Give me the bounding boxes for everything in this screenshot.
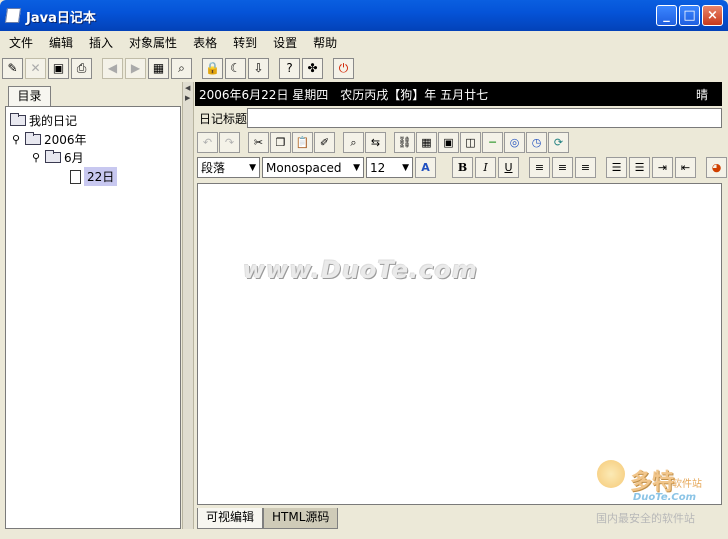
folder-icon [25,132,41,145]
tab-catalog[interactable]: 目录 [8,86,51,106]
window-title: Java日记本 [26,11,96,26]
style-toolbar: 段落 ▼ Monospaced ▼ 12 ▼ A B I U ≡ ≡ ≡ ☰ ☰ ⇥ … [197,157,727,178]
cut-icon[interactable]: ✂ [248,132,269,153]
diary-title-label: 日记标题 [199,112,248,126]
close-button[interactable]: × [702,5,723,26]
indent-icon[interactable]: ⇥ [652,157,673,178]
menu-help[interactable]: 帮助 [304,31,344,51]
find-icon[interactable]: ⌕ [171,57,192,79]
back-icon[interactable]: ◀ [102,57,123,79]
diary-tree: 我的日记 ⚲ 2006年 ⚲ 6月 22日 [5,106,181,529]
menu-table[interactable]: 表格 [184,31,224,51]
minimize-button[interactable]: _ [656,5,677,26]
main-toolbar: ✎ ✕ ▣ ⎙ ◀ ▶ ▦ ⌕ 🔒 ☾ ⇩ ? ✤ ⏻ [2,55,354,81]
format-toolbar: ↶ ↷ ✂ ❐ 📋 ✐ ⌕ ⇆ ⛓ ▦ ▣ ◫ ─ ◎ ◷ ⟳ [197,132,569,153]
splitter[interactable]: ◀ ▶ [182,82,194,529]
forward-icon[interactable]: ▶ [125,57,146,79]
tab-visual-edit[interactable]: 可视编辑 [197,508,264,529]
font-select[interactable]: Monospaced ▼ [262,157,364,178]
editor-area[interactable] [197,183,722,505]
italic-button[interactable]: I [475,157,496,178]
frame-icon[interactable]: ◫ [460,132,481,153]
outdent-icon[interactable]: ⇤ [675,157,696,178]
underline-button[interactable]: U [498,157,519,178]
tree-root[interactable]: 我的日记 [10,112,77,129]
folder-icon [10,113,26,126]
date-bar: 2006年6月22日 星期四 农历丙戌【狗】年 五月廿七 晴 [195,82,722,106]
brush-icon[interactable]: ✐ [314,132,335,153]
align-left-icon[interactable]: ≡ [529,157,550,178]
menu-settings[interactable]: 设置 [264,31,304,51]
help-icon[interactable]: ? [279,57,300,79]
refresh-icon[interactable]: ⟳ [548,132,569,153]
editor-tabs: 可视编辑 HTML源码 [197,508,339,529]
chevron-down-icon: ▼ [353,162,360,173]
title-bar [0,0,728,31]
hr-icon[interactable]: ─ [482,132,503,153]
menu-goto[interactable]: 转到 [224,31,264,51]
bullet-list-icon[interactable]: ☰ [629,157,650,178]
insert-image-icon[interactable]: ▣ [438,132,459,153]
tree-day[interactable]: 22日 [70,167,118,186]
menu-properties[interactable]: 对象属性 [120,31,184,51]
copy-icon[interactable]: ❐ [270,132,291,153]
menu-edit[interactable]: 编辑 [40,31,80,51]
tree-year[interactable]: ⚲ 2006年 [12,131,87,148]
collapse-right-icon[interactable]: ▶ [185,94,190,102]
logo-slogan: 国内最安全的软件站 [596,512,695,525]
print-icon[interactable]: ⎙ [71,57,92,79]
document-icon [70,169,81,184]
lock-icon[interactable]: 🔒 [202,57,223,79]
watermark: www.DuoTe.com [243,256,478,284]
date-text: 2006年6月22日 星期四 农历丙戌【狗】年 五月廿七 [199,88,489,102]
collapse-left-icon[interactable]: ◀ [185,84,190,92]
clock-icon[interactable]: ◷ [526,132,547,153]
align-center-icon[interactable]: ≡ [552,157,573,178]
expand-icon[interactable]: ⚲ [12,133,22,146]
circle-icon[interactable]: ◎ [504,132,525,153]
tab-html-source[interactable]: HTML源码 [263,508,339,529]
export-icon[interactable]: ⇩ [248,57,269,79]
expand-icon[interactable]: ⚲ [32,151,42,164]
weather-text: 晴 [695,88,708,102]
numbered-list-icon[interactable]: ☰ [606,157,627,178]
find-text-icon[interactable]: ⌕ [343,132,364,153]
menu-file[interactable]: 文件 [0,31,40,51]
image-icon[interactable]: ▦ [148,57,169,79]
moon-icon[interactable]: ☾ [225,57,246,79]
undo-icon[interactable]: ↶ [197,132,218,153]
replace-icon[interactable]: ⇆ [365,132,386,153]
paragraph-select[interactable]: 段落 ▼ [197,157,260,178]
puzzle-icon[interactable]: ✤ [302,57,323,79]
menu-insert[interactable]: 插入 [80,31,120,51]
align-right-icon[interactable]: ≡ [575,157,596,178]
bold-button[interactable]: B [452,157,473,178]
maximize-button[interactable]: □ [679,5,700,26]
new-icon[interactable]: ✎ [2,57,23,79]
save-icon[interactable]: ▣ [48,57,69,79]
size-select[interactable]: 12 ▼ [366,157,413,178]
color-picker-icon[interactable]: ◕ [706,157,727,178]
link-icon[interactable]: ⛓ [394,132,415,153]
logo-url: DuoTe.Com [633,492,697,503]
app-icon[interactable] [4,8,22,23]
diary-title-input[interactable] [247,108,722,128]
logo-sun-icon [597,460,625,488]
table-icon[interactable]: ▦ [416,132,437,153]
delete-icon[interactable]: ✕ [25,57,46,79]
folder-icon [45,150,61,163]
paste-icon[interactable]: 📋 [292,132,313,153]
redo-icon[interactable]: ↷ [219,132,240,153]
logo-sub: 软件站 [672,479,702,490]
menu-bar: 文件 编辑 插入 对象属性 表格 转到 设置 帮助 [0,31,728,53]
tree-month[interactable]: ⚲ 6月 [32,149,84,166]
chevron-down-icon: ▼ [249,162,256,173]
font-style-icon[interactable]: A [415,157,436,178]
chevron-down-icon: ▼ [402,162,409,173]
exit-icon[interactable]: ⏻ [333,57,354,79]
